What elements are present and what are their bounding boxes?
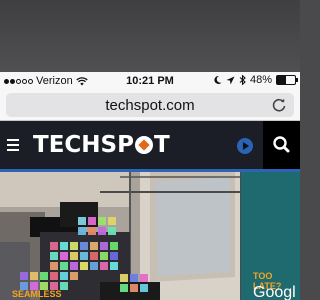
address-bar[interactable]: techspot.com xyxy=(6,93,294,117)
search-button[interactable] xyxy=(263,121,300,169)
logo-text-suffix: T xyxy=(153,132,170,158)
site-logo[interactable]: TECHSP T xyxy=(33,132,170,158)
featured-image-1 xyxy=(0,172,240,300)
article-title: Googl xyxy=(253,284,296,300)
logo-o-mark xyxy=(134,136,153,154)
battery-fill xyxy=(277,76,286,84)
search-icon xyxy=(273,136,290,153)
featured-article-2[interactable]: TOO LATE? Googl xyxy=(241,172,300,300)
status-bar: Verizon 10:21 PM 48% xyxy=(0,72,300,90)
moon-icon xyxy=(214,75,222,84)
bluetooth-icon xyxy=(239,75,246,85)
reload-icon[interactable] xyxy=(270,96,288,114)
logo-text-prefix: TECHSP xyxy=(33,132,134,158)
top-dark-area xyxy=(0,0,300,72)
featured-carousel: SEAMLESS TOO LATE? Googl xyxy=(0,172,300,300)
status-right: 48% xyxy=(213,74,298,86)
hamburger-menu-icon[interactable] xyxy=(7,139,19,151)
featured-article-1[interactable]: SEAMLESS xyxy=(0,172,240,300)
article-kicker: SEAMLESS xyxy=(12,289,62,299)
url-text: techspot.com xyxy=(105,97,195,114)
battery-percent: 48% xyxy=(249,74,272,86)
location-arrow-icon xyxy=(226,76,235,84)
site-header: TECHSP T xyxy=(0,121,300,172)
battery-icon xyxy=(276,75,298,85)
play-icon[interactable] xyxy=(237,138,253,154)
browser-toolbar: techspot.com xyxy=(0,90,300,121)
